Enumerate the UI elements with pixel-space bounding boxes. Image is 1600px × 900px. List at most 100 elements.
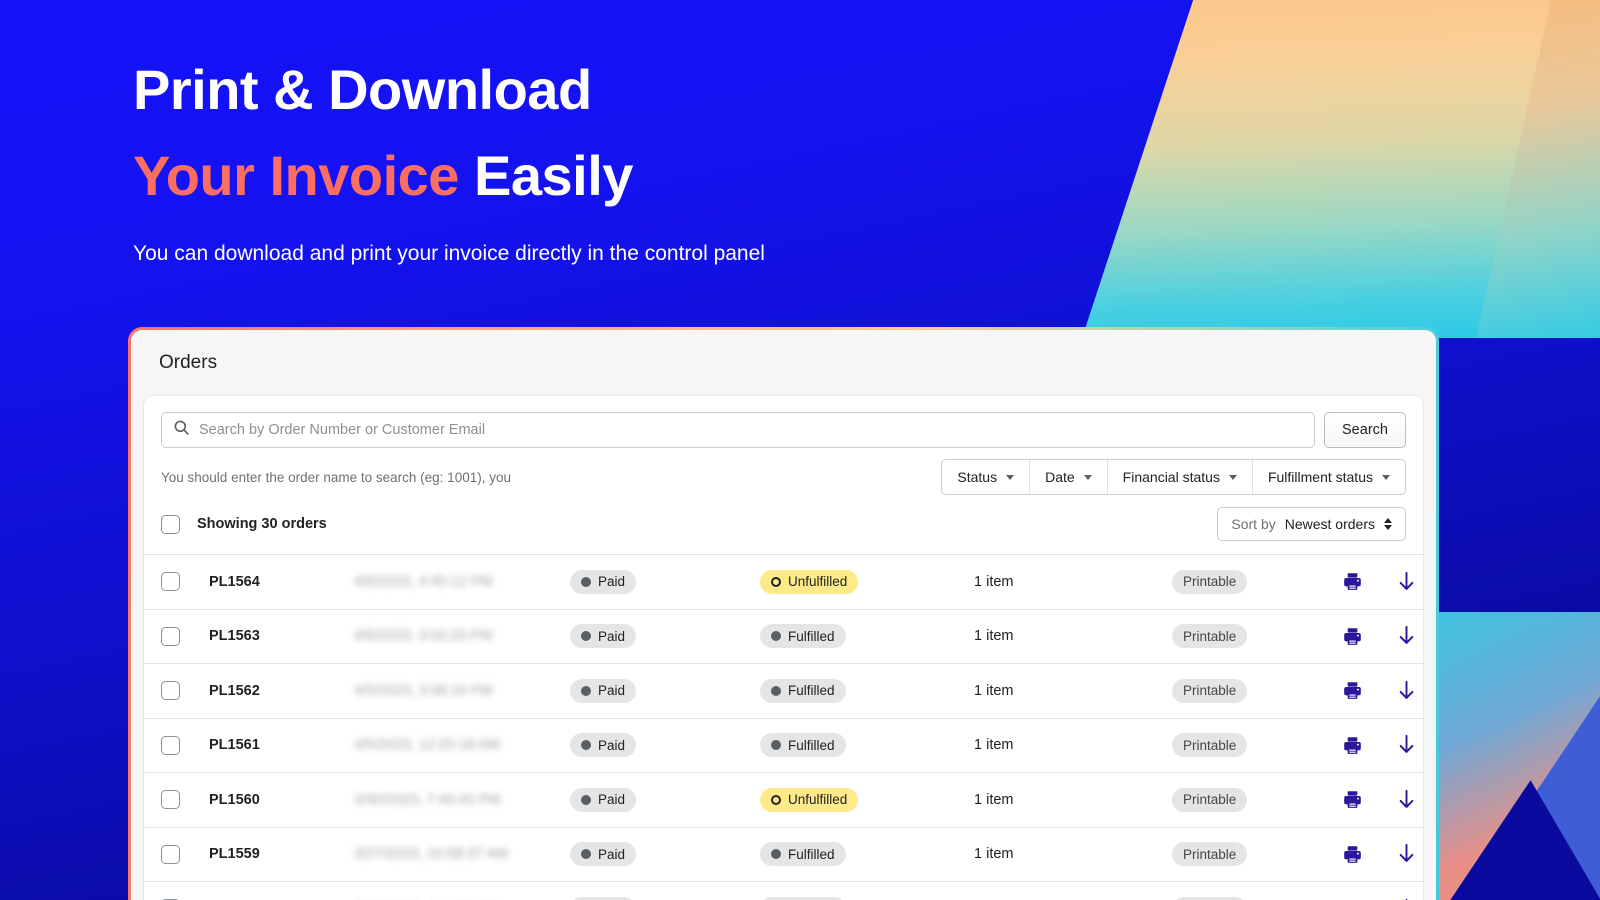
table-row[interactable]: PL1559 3/27/2023, 10:58:37 AM Paid Fulfi… [144,828,1423,882]
chevron-down-icon [1382,474,1390,480]
search-button[interactable]: Search [1324,412,1406,448]
financial-status-label: Paid [598,792,626,808]
table-row[interactable]: PL1563 4/6/2023, 3:02:20 PM Paid Fulfill… [144,610,1423,664]
print-invoice-button[interactable] [1342,844,1363,865]
fulfillment-status-badge: Fulfilled [760,733,846,758]
financial-status-label: Paid [598,846,626,862]
financial-status-badge: Paid [570,733,637,758]
financial-status-label: Paid [598,683,626,699]
order-date-cell: 3/27/2023, 10:58:37 AM [354,845,570,863]
print-invoice-button[interactable] [1342,735,1363,756]
status-dot-icon [771,685,781,696]
row-checkbox[interactable] [161,626,180,646]
financial-status-label: Paid [598,574,626,590]
fulfillment-status-badge: Fulfilled [760,624,846,649]
order-number: PL1563 [209,628,260,645]
print-invoice-button[interactable] [1342,626,1363,647]
filter-status-button[interactable]: Status [942,460,1031,494]
search-box[interactable] [161,412,1315,448]
table-row[interactable]: PL1560 3/30/2023, 7:40:42 PM Paid Unfulf… [144,773,1423,828]
hero-subtitle: You can download and print your invoice … [133,242,765,265]
row-checkbox[interactable] [161,572,180,592]
financial-status-badge: Paid [570,678,637,703]
orders-card: Search You should enter the order name t… [144,396,1423,900]
item-count: 1 item [974,573,1014,590]
order-date: 4/5/2023, 12:25:18 AM [354,737,500,754]
row-actions [1342,734,1423,756]
order-number: PL1562 [209,682,260,699]
order-date: 4/5/2023, 3:08:16 PM [354,682,493,699]
filter-financial-status-label: Financial status [1122,469,1220,485]
fulfillment-status-cell: Fulfilled [760,842,974,867]
download-invoice-button[interactable] [1397,625,1416,647]
download-invoice-button[interactable] [1397,734,1416,756]
order-number: PL1560 [209,791,260,808]
filter-date-button[interactable]: Date [1030,460,1108,494]
chevron-down-icon [1083,474,1092,480]
fulfillment-status-label: Fulfilled [788,683,835,699]
status-dot-icon [771,631,781,642]
order-date-cell: 4/5/2023, 12:25:18 AM [354,736,570,754]
printable-cell: Printable [1172,624,1342,649]
financial-status-cell: Paid [570,678,760,703]
row-checkbox[interactable] [161,790,180,810]
row-checkbox[interactable] [161,735,180,755]
print-invoice-button[interactable] [1342,571,1363,592]
fulfillment-status-cell: Fulfilled [760,733,974,758]
status-dot-icon [771,576,781,587]
row-checkbox-cell [161,681,209,701]
fulfillment-status-badge: Unfulfilled [760,787,859,812]
hint-and-filters-row: You should enter the order name to searc… [144,448,1423,495]
filter-date-label: Date [1045,469,1075,485]
fulfillment-status-label: Unfulfilled [788,792,848,808]
row-checkbox[interactable] [161,681,180,701]
download-invoice-button[interactable] [1397,680,1416,702]
printable-badge: Printable [1172,569,1248,594]
financial-status-badge: Paid [570,842,637,867]
filter-button-group: Status Date Financial status Fulfillment… [941,459,1406,495]
hero-title-rest: Easily [458,144,633,207]
print-invoice-button[interactable] [1342,789,1363,810]
table-row[interactable]: PL1564 4/6/2023, 4:45:12 PM Paid Unfulfi… [144,555,1423,610]
showing-left: Showing 30 orders [161,514,327,534]
financial-status-badge: Paid [570,569,637,594]
table-row[interactable]: PL1561 4/5/2023, 12:25:18 AM Paid Fulfil… [144,719,1423,773]
hero-section: Print & Download Your Invoice Easily You… [133,62,1133,266]
row-checkbox[interactable] [161,844,180,864]
filter-status-label: Status [957,469,998,485]
financial-status-cell: Paid [570,842,760,867]
select-all-checkbox[interactable] [161,514,180,534]
search-input[interactable] [199,422,1303,438]
search-icon [173,419,190,441]
table-row[interactable]: PL1562 4/5/2023, 3:08:16 PM Paid Fulfill… [144,664,1423,719]
download-invoice-button[interactable] [1397,789,1416,811]
row-checkbox-cell [161,844,209,864]
filter-fulfillment-status-label: Fulfillment status [1267,469,1373,485]
financial-status-cell: Paid [570,624,760,649]
fulfillment-status-cell: Fulfilled [760,678,974,703]
print-invoice-button[interactable] [1342,680,1363,701]
order-date: 4/6/2023, 4:45:12 PM [354,573,493,590]
filter-financial-status-button[interactable]: Financial status [1107,460,1253,494]
fulfillment-status-label: Fulfilled [788,628,835,644]
financial-status-cell: Paid [570,733,760,758]
download-invoice-button[interactable] [1397,843,1416,865]
sort-by-button[interactable]: Sort by Newest orders [1217,507,1406,541]
sort-prefix-label: Sort by [1231,516,1276,532]
filter-fulfillment-status-button[interactable]: Fulfillment status [1252,460,1405,494]
showing-count-label: Showing 30 orders [197,516,327,532]
status-dot-icon [581,685,591,696]
fulfillment-status-label: Unfulfilled [788,574,848,590]
search-hint-text: You should enter the order name to searc… [161,469,511,485]
download-invoice-button[interactable] [1397,571,1416,593]
status-dot-icon [581,849,591,860]
table-row[interactable]: PL1558 3/26/2023, 9:14:05 AM Paid Fulfil… [144,882,1423,900]
hero-title-line1: Print & Download [133,58,592,121]
row-actions [1342,571,1423,593]
printable-cell: Printable [1172,787,1342,812]
printable-badge: Printable [1172,678,1248,703]
row-actions [1342,680,1423,702]
financial-status-cell: Paid [570,569,760,594]
status-dot-icon [771,849,781,860]
order-date-cell: 4/6/2023, 3:02:20 PM [354,627,570,645]
